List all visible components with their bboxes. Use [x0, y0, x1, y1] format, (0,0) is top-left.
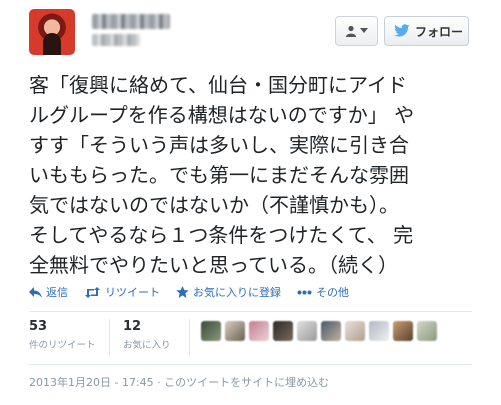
tweet-line: 全無料でやりたいと思っている。（続く） [29, 253, 398, 277]
tweet-line: 気ではないのではないか（不謹慎かも）。 [29, 193, 399, 217]
more-action[interactable]: その他 [297, 284, 349, 300]
follow-button[interactable]: フォロー [384, 16, 469, 46]
user-avatar[interactable] [29, 9, 75, 55]
favoriter-avatar[interactable] [417, 321, 437, 341]
twitter-bird-icon [394, 24, 410, 37]
favoriter-avatar[interactable] [393, 321, 413, 341]
retweet-label: リツイート [105, 286, 160, 299]
user-screen-name-blurred[interactable] [92, 34, 140, 46]
tweet-text: 客「復興に絡めて、仙台・国分町にアイド ルグループを作る構想はないのですか」 や… [29, 70, 479, 280]
favoriter-avatar[interactable] [249, 321, 269, 341]
stat-separator [189, 319, 190, 355]
favoriter-avatar[interactable] [345, 321, 365, 341]
favoriter-avatar[interactable] [297, 321, 317, 341]
favorite-count: 12 [123, 319, 142, 334]
tweet-timestamp[interactable]: 2013年1月20日 - 17:45 · このツイートをサイトに埋め込む [29, 374, 329, 390]
person-icon [346, 25, 356, 37]
favoriter-avatar[interactable] [225, 321, 245, 341]
retweet-action[interactable]: リツイート [84, 284, 160, 300]
reply-icon [29, 286, 42, 298]
retweet-icon [85, 286, 100, 298]
user-display-name-blurred[interactable] [92, 14, 170, 29]
favoriter-avatar[interactable] [369, 321, 389, 341]
favorite-count-label: お気に入り [123, 340, 171, 351]
favorite-action[interactable]: お気に入りに登録 [176, 284, 281, 300]
tweet-line: すす「そういう声は多いし、実際に引き合 [29, 133, 409, 157]
favorite-stat[interactable]: 12 お気に入り [123, 319, 171, 351]
divider [29, 311, 472, 312]
retweet-count-label: 件のリツイート [29, 340, 96, 351]
follow-label: フォロー [415, 24, 464, 39]
tweet-line: 客「復興に絡めて、仙台・国分町にアイド [29, 73, 407, 97]
favorite-label: お気に入りに登録 [193, 286, 281, 299]
tweet-line: そしてやるなら１つ条件をつけたくて、 完 [29, 223, 414, 247]
more-dots-icon [297, 290, 312, 294]
favoriter-avatar[interactable] [321, 321, 341, 341]
tweet-line: ルグループを作る構想はないのですか」 や [29, 103, 415, 127]
retweet-stat[interactable]: 53 件のリツイート [29, 319, 96, 351]
user-actions-button[interactable] [335, 16, 378, 46]
favoriter-avatar[interactable] [273, 321, 293, 341]
favoriter-avatars [201, 321, 437, 341]
retweet-count: 53 [29, 319, 48, 334]
favoriter-avatar[interactable] [201, 321, 221, 341]
divider [29, 364, 472, 365]
tweet-line: いももらった。でも第一にまだそんな雰囲 [29, 163, 409, 187]
reply-action[interactable]: 返信 [29, 284, 68, 300]
caret-down-icon [360, 28, 368, 33]
tweet-header: フォロー [0, 0, 501, 62]
stat-separator [109, 319, 110, 355]
more-label: その他 [316, 286, 349, 299]
tweet-actions: 返信 リツイート お気に入りに登録 その他 [29, 283, 365, 301]
star-icon [176, 286, 189, 298]
reply-label: 返信 [46, 286, 68, 299]
